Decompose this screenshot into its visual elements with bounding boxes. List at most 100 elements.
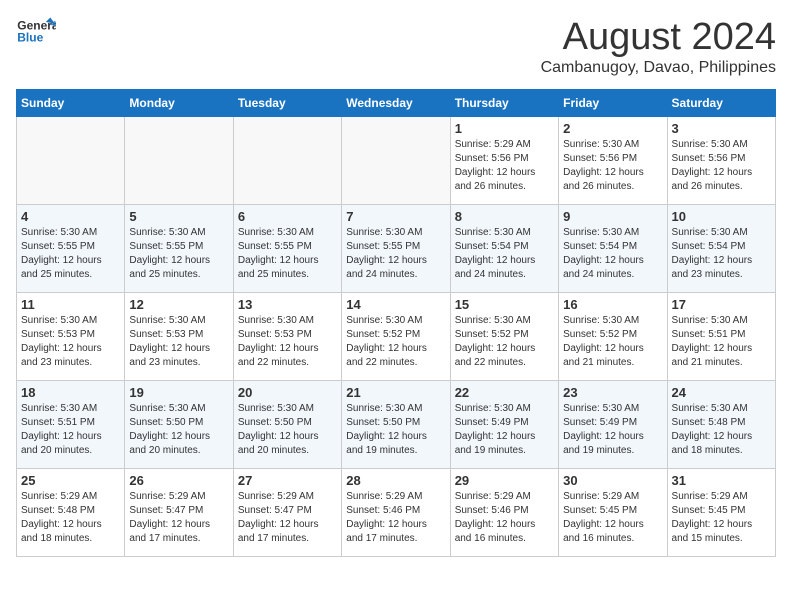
- day-info: Sunrise: 5:29 AM Sunset: 5:47 PM Dayligh…: [129, 490, 228, 546]
- sunset-text: Sunset: 5:50 PM: [238, 417, 312, 428]
- daylight-text: Daylight: 12 hours and 22 minutes.: [238, 343, 319, 368]
- day-number: 1: [455, 121, 554, 136]
- day-number: 8: [455, 209, 554, 224]
- day-info: Sunrise: 5:30 AM Sunset: 5:56 PM Dayligh…: [672, 138, 771, 194]
- daylight-text: Daylight: 12 hours and 20 minutes.: [21, 431, 102, 456]
- sunrise-text: Sunrise: 5:29 AM: [238, 491, 314, 502]
- day-number: 6: [238, 209, 337, 224]
- day-info: Sunrise: 5:30 AM Sunset: 5:49 PM Dayligh…: [455, 402, 554, 458]
- sunrise-text: Sunrise: 5:29 AM: [346, 491, 422, 502]
- day-info: Sunrise: 5:29 AM Sunset: 5:46 PM Dayligh…: [455, 490, 554, 546]
- sunset-text: Sunset: 5:56 PM: [672, 153, 746, 164]
- daylight-text: Daylight: 12 hours and 21 minutes.: [563, 343, 644, 368]
- daylight-text: Daylight: 12 hours and 24 minutes.: [346, 255, 427, 280]
- day-info: Sunrise: 5:30 AM Sunset: 5:54 PM Dayligh…: [563, 226, 662, 282]
- cell-1-6: 10 Sunrise: 5:30 AM Sunset: 5:54 PM Dayl…: [667, 205, 775, 293]
- week-row-4: 18 Sunrise: 5:30 AM Sunset: 5:51 PM Dayl…: [17, 381, 776, 469]
- daylight-text: Daylight: 12 hours and 21 minutes.: [672, 343, 753, 368]
- daylight-text: Daylight: 12 hours and 26 minutes.: [455, 167, 536, 192]
- daylight-text: Daylight: 12 hours and 25 minutes.: [238, 255, 319, 280]
- sunrise-text: Sunrise: 5:30 AM: [238, 227, 314, 238]
- sunrise-text: Sunrise: 5:30 AM: [346, 403, 422, 414]
- sunset-text: Sunset: 5:55 PM: [346, 241, 420, 252]
- daylight-text: Daylight: 12 hours and 20 minutes.: [238, 431, 319, 456]
- day-info: Sunrise: 5:29 AM Sunset: 5:46 PM Dayligh…: [346, 490, 445, 546]
- day-number: 28: [346, 473, 445, 488]
- cell-4-6: 31 Sunrise: 5:29 AM Sunset: 5:45 PM Dayl…: [667, 469, 775, 557]
- day-info: Sunrise: 5:30 AM Sunset: 5:56 PM Dayligh…: [563, 138, 662, 194]
- day-info: Sunrise: 5:30 AM Sunset: 5:49 PM Dayligh…: [563, 402, 662, 458]
- col-monday: Monday: [125, 90, 233, 117]
- cell-1-4: 8 Sunrise: 5:30 AM Sunset: 5:54 PM Dayli…: [450, 205, 558, 293]
- sunset-text: Sunset: 5:56 PM: [455, 153, 529, 164]
- sunset-text: Sunset: 5:45 PM: [563, 505, 637, 516]
- sunrise-text: Sunrise: 5:30 AM: [563, 139, 639, 150]
- day-info: Sunrise: 5:30 AM Sunset: 5:52 PM Dayligh…: [563, 314, 662, 370]
- month-year-title: August 2024: [541, 16, 776, 59]
- sunset-text: Sunset: 5:52 PM: [455, 329, 529, 340]
- sunset-text: Sunset: 5:48 PM: [672, 417, 746, 428]
- daylight-text: Daylight: 12 hours and 19 minutes.: [346, 431, 427, 456]
- day-info: Sunrise: 5:29 AM Sunset: 5:45 PM Dayligh…: [563, 490, 662, 546]
- sunset-text: Sunset: 5:53 PM: [129, 329, 203, 340]
- daylight-text: Daylight: 12 hours and 17 minutes.: [129, 519, 210, 544]
- cell-0-4: 1 Sunrise: 5:29 AM Sunset: 5:56 PM Dayli…: [450, 117, 558, 205]
- day-number: 23: [563, 385, 662, 400]
- day-info: Sunrise: 5:30 AM Sunset: 5:55 PM Dayligh…: [346, 226, 445, 282]
- day-info: Sunrise: 5:29 AM Sunset: 5:48 PM Dayligh…: [21, 490, 120, 546]
- day-info: Sunrise: 5:30 AM Sunset: 5:48 PM Dayligh…: [672, 402, 771, 458]
- daylight-text: Daylight: 12 hours and 16 minutes.: [455, 519, 536, 544]
- sunrise-text: Sunrise: 5:29 AM: [672, 491, 748, 502]
- day-info: Sunrise: 5:30 AM Sunset: 5:50 PM Dayligh…: [238, 402, 337, 458]
- day-info: Sunrise: 5:30 AM Sunset: 5:54 PM Dayligh…: [455, 226, 554, 282]
- sunrise-text: Sunrise: 5:30 AM: [455, 315, 531, 326]
- daylight-text: Daylight: 12 hours and 25 minutes.: [21, 255, 102, 280]
- daylight-text: Daylight: 12 hours and 26 minutes.: [672, 167, 753, 192]
- page-header: General Blue August 2024 Cambanugoy, Dav…: [16, 16, 776, 77]
- day-info: Sunrise: 5:30 AM Sunset: 5:54 PM Dayligh…: [672, 226, 771, 282]
- cell-0-5: 2 Sunrise: 5:30 AM Sunset: 5:56 PM Dayli…: [559, 117, 667, 205]
- daylight-text: Daylight: 12 hours and 17 minutes.: [238, 519, 319, 544]
- sunset-text: Sunset: 5:50 PM: [346, 417, 420, 428]
- day-info: Sunrise: 5:30 AM Sunset: 5:55 PM Dayligh…: [238, 226, 337, 282]
- sunset-text: Sunset: 5:51 PM: [672, 329, 746, 340]
- sunrise-text: Sunrise: 5:30 AM: [672, 315, 748, 326]
- sunset-text: Sunset: 5:47 PM: [238, 505, 312, 516]
- day-number: 11: [21, 297, 120, 312]
- sunrise-text: Sunrise: 5:30 AM: [455, 403, 531, 414]
- cell-1-0: 4 Sunrise: 5:30 AM Sunset: 5:55 PM Dayli…: [17, 205, 125, 293]
- day-info: Sunrise: 5:29 AM Sunset: 5:47 PM Dayligh…: [238, 490, 337, 546]
- sunrise-text: Sunrise: 5:30 AM: [129, 227, 205, 238]
- daylight-text: Daylight: 12 hours and 23 minutes.: [129, 343, 210, 368]
- sunrise-text: Sunrise: 5:29 AM: [21, 491, 97, 502]
- day-number: 15: [455, 297, 554, 312]
- day-number: 22: [455, 385, 554, 400]
- day-number: 5: [129, 209, 228, 224]
- cell-1-3: 7 Sunrise: 5:30 AM Sunset: 5:55 PM Dayli…: [342, 205, 450, 293]
- daylight-text: Daylight: 12 hours and 18 minutes.: [672, 431, 753, 456]
- cell-2-6: 17 Sunrise: 5:30 AM Sunset: 5:51 PM Dayl…: [667, 293, 775, 381]
- cell-3-6: 24 Sunrise: 5:30 AM Sunset: 5:48 PM Dayl…: [667, 381, 775, 469]
- sunset-text: Sunset: 5:56 PM: [563, 153, 637, 164]
- sunset-text: Sunset: 5:51 PM: [21, 417, 95, 428]
- day-info: Sunrise: 5:30 AM Sunset: 5:53 PM Dayligh…: [21, 314, 120, 370]
- day-number: 27: [238, 473, 337, 488]
- day-number: 4: [21, 209, 120, 224]
- day-info: Sunrise: 5:30 AM Sunset: 5:53 PM Dayligh…: [129, 314, 228, 370]
- sunrise-text: Sunrise: 5:29 AM: [563, 491, 639, 502]
- day-info: Sunrise: 5:30 AM Sunset: 5:55 PM Dayligh…: [129, 226, 228, 282]
- cell-2-5: 16 Sunrise: 5:30 AM Sunset: 5:52 PM Dayl…: [559, 293, 667, 381]
- sunset-text: Sunset: 5:49 PM: [455, 417, 529, 428]
- col-wednesday: Wednesday: [342, 90, 450, 117]
- sunrise-text: Sunrise: 5:30 AM: [563, 315, 639, 326]
- sunset-text: Sunset: 5:55 PM: [238, 241, 312, 252]
- day-info: Sunrise: 5:30 AM Sunset: 5:55 PM Dayligh…: [21, 226, 120, 282]
- daylight-text: Daylight: 12 hours and 15 minutes.: [672, 519, 753, 544]
- cell-3-1: 19 Sunrise: 5:30 AM Sunset: 5:50 PM Dayl…: [125, 381, 233, 469]
- daylight-text: Daylight: 12 hours and 24 minutes.: [563, 255, 644, 280]
- day-number: 18: [21, 385, 120, 400]
- sunrise-text: Sunrise: 5:30 AM: [455, 227, 531, 238]
- sunrise-text: Sunrise: 5:30 AM: [21, 227, 97, 238]
- day-number: 12: [129, 297, 228, 312]
- sunrise-text: Sunrise: 5:30 AM: [346, 315, 422, 326]
